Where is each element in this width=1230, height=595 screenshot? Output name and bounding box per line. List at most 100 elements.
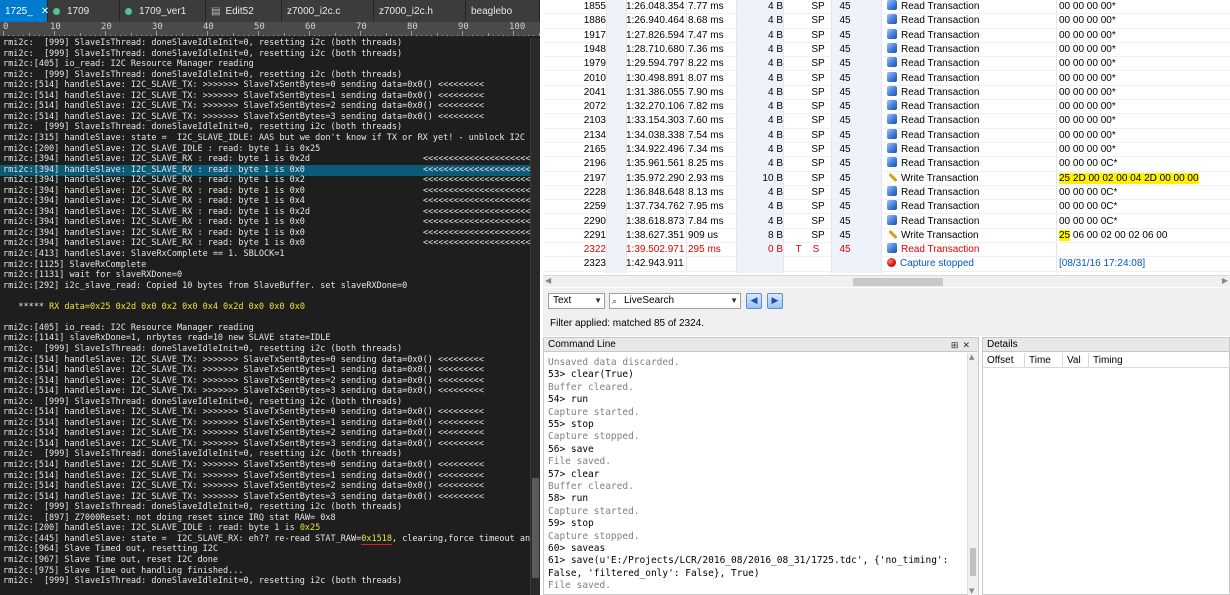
details-panel[interactable]: Details Offset Time Val Timing: [982, 337, 1230, 595]
editor-text-area[interactable]: rmi2c: [999] SlaveIsThread: doneSlaveIdl…: [0, 38, 540, 595]
editor-tab-bar: 1725_ ✕ 1709 1709_ver1 ▤ Edit52 z7000_i2c.c z70…: [0, 0, 540, 22]
duration-cell: 2.93 ms: [688, 172, 724, 184]
next-match-button[interactable]: ▶: [767, 293, 783, 309]
description-cell: Read Transaction: [887, 185, 1037, 200]
table-row[interactable]: 2290 1:38.618.873 7.84 ms 4 B 45 SP Read Trans…: [543, 214, 1230, 229]
duration-cell: 7.95 ms: [688, 201, 724, 213]
speed-cell: SP: [811, 158, 825, 170]
address-cell: 45: [839, 144, 851, 155]
table-row[interactable]: 2010 1:30.498.891 8.07 ms 4 B 45 SP Read Trans…: [543, 71, 1230, 86]
chevron-down-icon[interactable]: ▼: [594, 294, 602, 308]
table-row[interactable]: 1917 1:27.826.594 7.47 ms 4 B 45 SP Read Trans…: [543, 28, 1230, 43]
column-header-timing[interactable]: Timing: [1089, 353, 1149, 368]
editor-tab[interactable]: 1709_ver1: [120, 0, 206, 22]
editor-tab[interactable]: 1709: [48, 0, 120, 22]
ruler-tick: [64, 35, 66, 36]
table-scrollbar-thumb[interactable]: [853, 278, 943, 286]
editor-tab-label: beaglebo: [471, 5, 513, 17]
command-line-panel[interactable]: Command Line ⊞✕ Unsaved data discarded. 5…: [543, 337, 979, 595]
table-row[interactable]: 2103 1:33.154.303 7.60 ms 4 B 45 SP Read Trans…: [543, 114, 1230, 129]
editor-tab-label: z7000_i2c.h: [379, 5, 433, 17]
data-text: 06 00 02 00 02 06 00: [1070, 229, 1168, 241]
marker-arrows: <<<<<<<<<<<<<<<<<<<<<<<<<<<<<: [423, 164, 540, 175]
table-row[interactable]: 2259 1:37.734.762 7.95 ms 4 B 45 SP Read Trans…: [543, 200, 1230, 215]
table-row[interactable]: 2322 1:39.502.971 295 ms 0 B T 45 S Read Transa…: [543, 243, 1230, 258]
table-row[interactable]: 2041 1:31.386.055 7.90 ms 4 B 45 SP Read Trans…: [543, 85, 1230, 101]
ruler-label: 10: [50, 22, 61, 32]
table-row[interactable]: 2291 1:38.627.351 909 us 8 B 45 SP Write Trans…: [543, 229, 1230, 244]
speed-cell: SP: [811, 115, 825, 127]
table-row[interactable]: 2072 1:32.270.106 7.82 ms 4 B 45 SP Read Trans…: [543, 100, 1230, 115]
description-cell: Read Transaction: [887, 114, 1037, 128]
table-row[interactable]: 1948 1:28.710.680 7.36 ms 4 B 45 SP Read Trans…: [543, 42, 1230, 58]
data-cell: 00 00 00 00*: [1059, 57, 1230, 71]
description-text: Read Transaction: [901, 43, 980, 55]
scroll-down-icon[interactable]: ▼: [969, 587, 974, 595]
editor-tab[interactable]: ▤ Edit52: [206, 0, 282, 22]
read-transaction-icon: [887, 57, 897, 68]
table-row[interactable]: 2197 1:35.972.290 2.93 ms 10 B 45 SP Write Tra…: [543, 172, 1230, 186]
table-row[interactable]: 1855 1:26.048.354 7.77 ms 4 B 45 SP Read Trans…: [543, 0, 1230, 15]
description-text: Read Transaction: [901, 86, 980, 98]
scroll-left-icon[interactable]: ◀: [545, 276, 551, 285]
search-mode-value: LiveSearch: [624, 295, 675, 306]
column-header-offset[interactable]: Offset: [983, 353, 1025, 368]
code-line: rmi2c:[514] handleSlave: I2C_SLAVE_TX: >…: [3, 375, 485, 386]
editor-tab[interactable]: z7000_i2c.c: [282, 0, 374, 22]
speed-cell: SP: [811, 172, 825, 184]
editor-tab[interactable]: z7000_i2c.h: [374, 0, 466, 22]
speed-cell: SP: [811, 58, 825, 70]
pin-icon[interactable]: ⊞: [951, 340, 963, 350]
ruler-tick: [186, 35, 188, 36]
code-editor[interactable]: 1725_ ✕ 1709 1709_ver1 ▤ Edit52 z7000_i2c.c z70…: [0, 0, 540, 595]
scroll-right-icon[interactable]: ▶: [1222, 276, 1228, 285]
editor-tab[interactable]: 1725_ ✕: [0, 0, 49, 22]
column-header-time[interactable]: Time: [1025, 353, 1063, 368]
chevron-down-icon[interactable]: ▼: [730, 294, 738, 308]
description-cell: Write Transaction: [887, 229, 1037, 243]
ruler-tick: [502, 35, 504, 36]
editor-scrollbar-thumb[interactable]: [532, 478, 539, 578]
ruler-tick: [518, 35, 520, 36]
index-cell: 2165: [583, 144, 606, 155]
scroll-up-icon[interactable]: ▲: [969, 353, 974, 361]
ruler-tick: [477, 35, 479, 36]
table-row[interactable]: 2228 1:36.848.648 8.13 ms 4 B 45 SP Read Trans…: [543, 185, 1230, 201]
command-output[interactable]: Unsaved data discarded. 53> clear(True) Bu…: [544, 353, 968, 595]
transaction-table[interactable]: 1855 1:26.048.354 7.77 ms 4 B 45 SP Read Trans…: [543, 0, 1230, 273]
description-text: Read Transaction: [901, 1, 980, 12]
command-scrollbar[interactable]: ▲ ▼: [967, 353, 978, 595]
code-line: rmi2c: [999] SlaveIsThread: doneSlaveIdl…: [3, 48, 403, 59]
code-line: rmi2c:[514] handleSlave: I2C_SLAVE_TX: >…: [3, 101, 485, 112]
table-row[interactable]: 2323 1:42.943.911 Capture stopped [08/31/16…: [543, 257, 1230, 272]
close-icon[interactable]: ✕: [962, 340, 974, 350]
index-cell: 2259: [583, 201, 606, 213]
previous-match-button[interactable]: ◀: [746, 293, 762, 309]
index-cell: 1948: [583, 43, 606, 55]
table-horizontal-scrollbar[interactable]: ◀ ▶: [543, 275, 1230, 287]
table-row[interactable]: 1979 1:29.594.797 8.22 ms 4 B 45 SP Read Trans…: [543, 57, 1230, 72]
search-input[interactable]: ⌕ LiveSearch ▼: [609, 293, 741, 309]
editor-scrollbar[interactable]: [530, 38, 540, 595]
speed-cell: SP: [811, 43, 825, 55]
code-line: rmi2c:[394] handleSlave: I2C_SLAVE_RX : …: [0, 238, 540, 249]
duration-cell: 8.25 ms: [688, 158, 724, 170]
address-cell: 45: [839, 29, 851, 41]
data-cell: 00 00 00 00*: [1059, 0, 1230, 14]
table-row[interactable]: 2134 1:34.038.338 7.54 ms 4 B 45 SP Read Trans…: [543, 128, 1230, 143]
address-cell: 45: [839, 15, 851, 27]
table-row[interactable]: 2165 1:34.922.496 7.34 ms 4 B 45 SP Read Trans…: [543, 143, 1230, 158]
table-row[interactable]: 1886 1:26.940.464 8.68 ms 4 B 45 SP Read Trans…: [543, 14, 1230, 29]
column-header-val[interactable]: Val: [1063, 353, 1089, 368]
data-text: 00 00 00 00*: [1059, 115, 1116, 127]
marker-arrows: <<<<<<<<<<<<<<<<<<<<<<<<<<<<<: [423, 196, 540, 207]
ruler-tick: [79, 33, 81, 36]
command-scrollbar-thumb[interactable]: [970, 548, 976, 576]
editor-tab[interactable]: beaglebo: [466, 0, 540, 22]
ruler-tick: [237, 35, 239, 36]
filter-type-select[interactable]: Text ▼: [548, 293, 605, 309]
code-line: rmi2c:[394] handleSlave: I2C_SLAVE_RX : …: [0, 154, 540, 165]
ruler-tick: [120, 35, 122, 36]
marker-arrows: <<<<<<<<<<<<<<<<<<<<<<<<<<<<<: [423, 185, 540, 196]
table-row[interactable]: 2196 1:35.961.561 8.25 ms 4 B 45 SP Read Trans…: [543, 157, 1230, 172]
